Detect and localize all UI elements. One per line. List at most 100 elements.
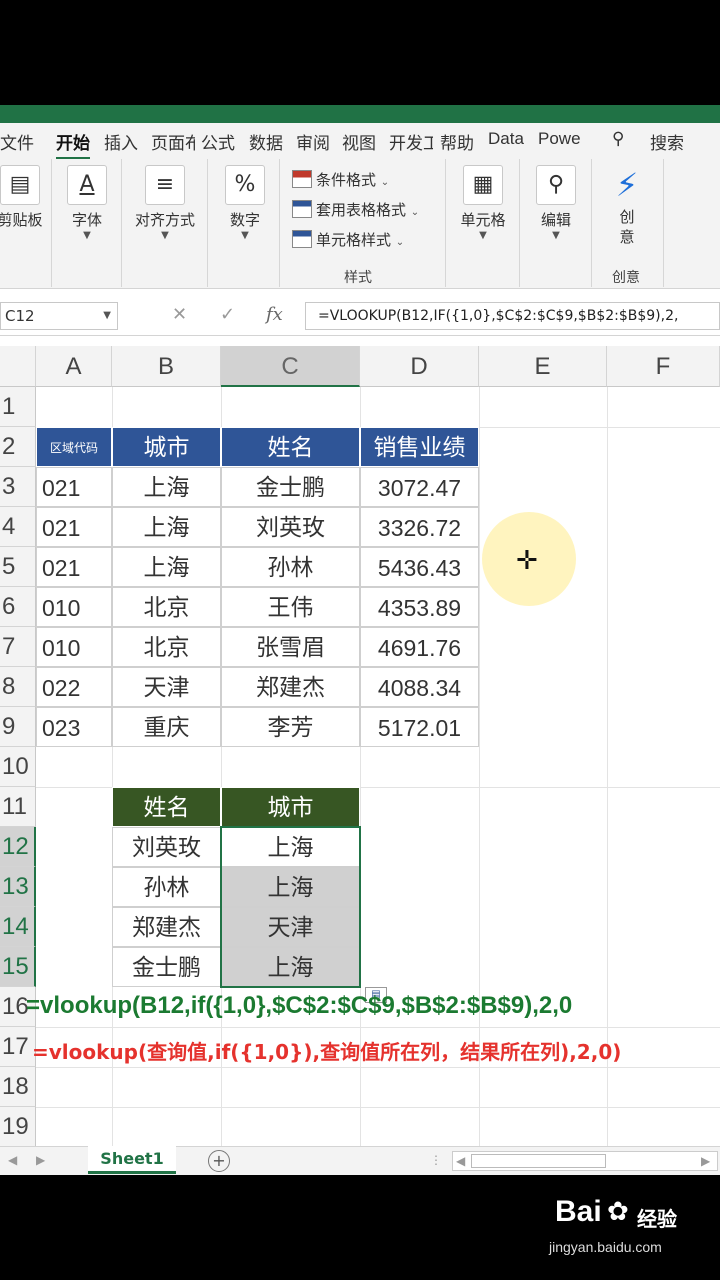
row-header[interactable]: 9 — [0, 707, 36, 747]
select-all-corner[interactable] — [0, 346, 36, 387]
row-header[interactable]: 17 — [0, 1027, 36, 1067]
number-button[interactable]: % 数字 ▼ — [222, 165, 268, 241]
row-header[interactable]: 14 — [0, 907, 36, 947]
tab-file[interactable]: 文件 — [0, 129, 34, 154]
tab-review[interactable]: 审阅 — [296, 129, 330, 154]
selection-range[interactable] — [220, 826, 361, 988]
align-button[interactable]: ≡ 对齐方式 ▼ — [130, 165, 200, 241]
row-header[interactable]: 4 — [0, 507, 36, 547]
table1-header-cell[interactable]: 区域代码 — [36, 427, 112, 467]
tab-page-layout[interactable]: 页面布 — [151, 129, 195, 154]
tab-developer[interactable]: 开发工 — [389, 129, 433, 154]
column-header-a[interactable]: A — [36, 346, 112, 387]
table1-cell[interactable]: 上海 — [112, 467, 221, 507]
row-header[interactable]: 15 — [0, 947, 36, 987]
table2-cell[interactable]: 刘英玫 — [112, 827, 221, 867]
table1-cell[interactable]: 上海 — [112, 507, 221, 547]
table1-cell[interactable]: 3326.72 — [360, 507, 479, 547]
prev-sheet-icon[interactable]: ◀ — [8, 1153, 17, 1167]
edit-button[interactable]: ⚲ 编辑 ▼ — [534, 165, 578, 241]
create-button[interactable]: ⚡ 创 意 — [604, 167, 650, 247]
fx-icon[interactable]: fx — [266, 304, 283, 325]
column-header-c[interactable]: C — [221, 346, 360, 387]
table2-header-cell[interactable]: 姓名 — [112, 787, 221, 827]
scroll-right-icon[interactable]: ▶ — [701, 1154, 710, 1168]
row-header[interactable]: 2 — [0, 427, 36, 467]
table1-cell[interactable]: 张雪眉 — [221, 627, 360, 667]
table1-cell[interactable]: 4691.76 — [360, 627, 479, 667]
table1-cell[interactable]: 4353.89 — [360, 587, 479, 627]
row-header[interactable]: 7 — [0, 627, 36, 667]
table1-cell[interactable]: 北京 — [112, 627, 221, 667]
tab-insert[interactable]: 插入 — [104, 129, 138, 154]
scrollbar-thumb[interactable] — [471, 1154, 606, 1168]
sheet-tab-sheet1[interactable]: Sheet1 — [88, 1146, 176, 1174]
cells-button[interactable]: ▦ 单元格 ▼ — [458, 165, 508, 241]
tab-data[interactable]: 数据 — [249, 129, 283, 154]
cell-style-button[interactable]: 单元格样式 ⌄ — [292, 229, 404, 250]
row-header[interactable]: 5 — [0, 547, 36, 587]
table1-cell[interactable]: 021 — [36, 507, 112, 547]
table1-cell[interactable]: 023 — [36, 707, 112, 747]
table2-cell[interactable]: 孙林 — [112, 867, 221, 907]
table2-header-cell[interactable]: 城市 — [221, 787, 360, 827]
table1-cell[interactable]: 3072.47 — [360, 467, 479, 507]
search-label[interactable]: 搜索 — [650, 129, 684, 154]
table1-cell[interactable]: 北京 — [112, 587, 221, 627]
tab-power[interactable]: Powe — [538, 129, 581, 149]
column-header-b[interactable]: B — [112, 346, 221, 387]
table1-cell[interactable]: 022 — [36, 667, 112, 707]
row-header[interactable]: 6 — [0, 587, 36, 627]
formula-input[interactable]: =VLOOKUP(B12,IF({1,0},$C$2:$C$9,$B$2:$B$… — [305, 302, 720, 330]
chevron-down-icon[interactable]: ▼ — [103, 303, 111, 329]
name-box[interactable]: C12 ▼ — [0, 302, 118, 330]
table-format-button[interactable]: 套用表格格式 ⌄ — [292, 199, 419, 220]
table2-cell[interactable]: 金士鹏 — [112, 947, 221, 987]
row-header[interactable]: 1 — [0, 387, 36, 427]
table1-cell[interactable]: 李芳 — [221, 707, 360, 747]
tab-data-en[interactable]: Data — [488, 129, 524, 149]
table1-cell[interactable]: 金士鹏 — [221, 467, 360, 507]
table1-cell[interactable]: 4088.34 — [360, 667, 479, 707]
row-header[interactable]: 13 — [0, 867, 36, 907]
table1-cell[interactable]: 021 — [36, 547, 112, 587]
table2-cell[interactable]: 郑建杰 — [112, 907, 221, 947]
more-icon[interactable]: ⋮ — [430, 1153, 442, 1167]
add-sheet-icon[interactable]: + — [208, 1150, 230, 1172]
table1-cell[interactable]: 010 — [36, 627, 112, 667]
horizontal-scrollbar[interactable]: ◀ ▶ — [452, 1151, 718, 1171]
column-header-f[interactable]: F — [607, 346, 720, 387]
row-header[interactable]: 10 — [0, 747, 36, 787]
next-sheet-icon[interactable]: ▶ — [36, 1153, 45, 1167]
row-header[interactable]: 3 — [0, 467, 36, 507]
row-header[interactable]: 11 — [0, 787, 36, 827]
table1-header-cell[interactable]: 销售业绩 — [360, 427, 479, 467]
table1-cell[interactable]: 上海 — [112, 547, 221, 587]
row-header[interactable]: 12 — [0, 827, 36, 867]
font-button[interactable]: A 字体 ▼ — [64, 165, 110, 241]
cancel-icon[interactable]: ✕ — [172, 304, 187, 325]
tab-help[interactable]: 帮助 — [440, 129, 474, 154]
table1-cell[interactable]: 刘英玫 — [221, 507, 360, 547]
table1-cell[interactable]: 孙林 — [221, 547, 360, 587]
table1-cell[interactable]: 郑建杰 — [221, 667, 360, 707]
column-header-e[interactable]: E — [479, 346, 607, 387]
row-header[interactable]: 8 — [0, 667, 36, 707]
clipboard-button[interactable]: ▤ 剪贴板 — [0, 165, 50, 230]
search-icon[interactable]: ⚲ — [612, 129, 624, 149]
table1-cell[interactable]: 010 — [36, 587, 112, 627]
confirm-icon[interactable]: ✓ — [220, 304, 235, 325]
table1-cell[interactable]: 5172.01 — [360, 707, 479, 747]
table1-cell[interactable]: 021 — [36, 467, 112, 507]
conditional-format-button[interactable]: 条件格式 ⌄ — [292, 169, 389, 190]
row-header[interactable]: 18 — [0, 1067, 36, 1107]
table1-header-cell[interactable]: 城市 — [112, 427, 221, 467]
table1-header-cell[interactable]: 姓名 — [221, 427, 360, 467]
scroll-left-icon[interactable]: ◀ — [456, 1154, 465, 1168]
table1-cell[interactable]: 王伟 — [221, 587, 360, 627]
table1-cell[interactable]: 5436.43 — [360, 547, 479, 587]
table1-cell[interactable]: 天津 — [112, 667, 221, 707]
column-header-d[interactable]: D — [360, 346, 479, 387]
tab-formulas[interactable]: 公式 — [201, 129, 235, 154]
tab-home[interactable]: 开始 — [56, 129, 90, 160]
